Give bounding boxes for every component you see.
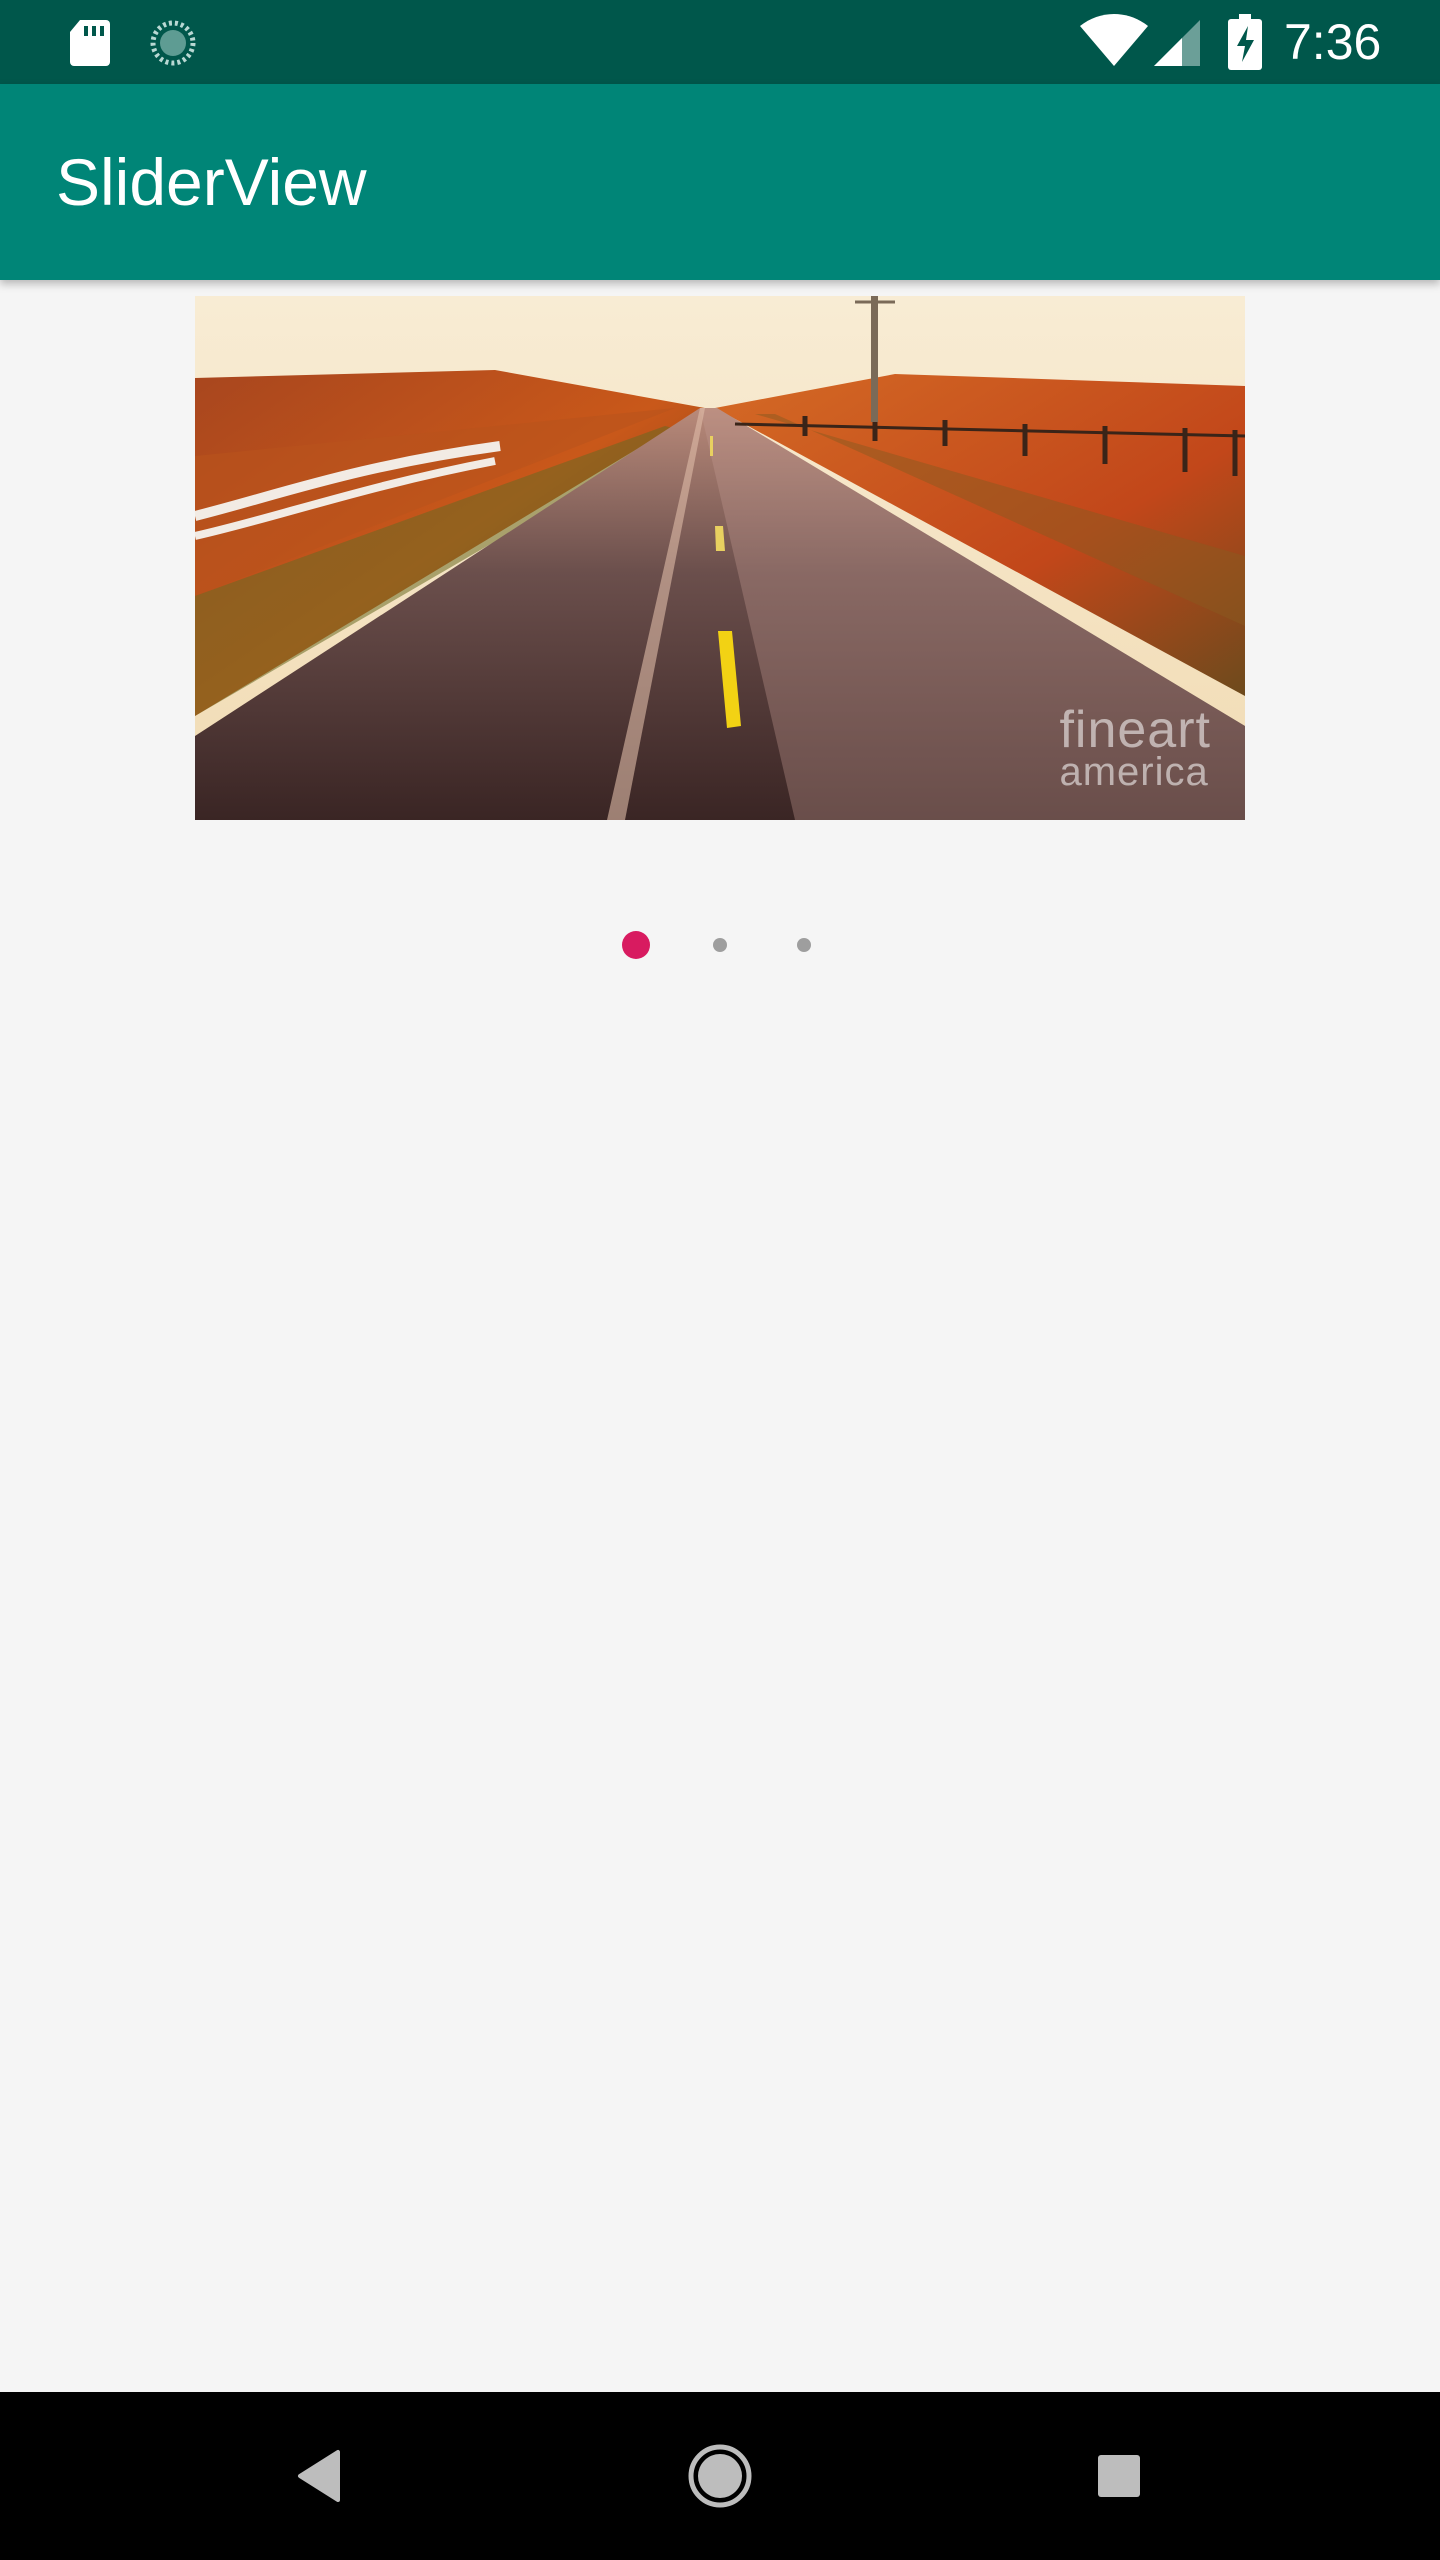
sync-icon: [150, 20, 196, 66]
battery-charging-icon: [1228, 14, 1262, 70]
recents-button[interactable]: [1034, 2392, 1202, 2560]
image-slider[interactable]: fineart america: [195, 296, 1245, 820]
app-bar: SliderView: [0, 84, 1440, 280]
back-button[interactable]: [238, 2392, 406, 2560]
indicator-dot-3[interactable]: [797, 938, 811, 952]
back-icon: [298, 2450, 340, 2502]
signal-icon: [1154, 20, 1200, 66]
page-indicator: [0, 930, 1440, 960]
indicator-dot-2[interactable]: [713, 938, 727, 952]
wifi-icon: [1080, 14, 1148, 66]
watermark-line1: fineart: [1059, 701, 1211, 760]
navigation-bar: [0, 2392, 1440, 2560]
app-title: SliderView: [56, 145, 367, 219]
indicator-dot-1-active[interactable]: [622, 931, 650, 959]
slide-watermark: fineart america: [1059, 701, 1211, 794]
status-bar: 7:36: [0, 0, 1440, 84]
watermark-line2: america: [1059, 750, 1209, 794]
recents-icon: [1098, 2455, 1140, 2497]
home-icon: [688, 2444, 752, 2508]
screen: 7:36 SliderView fineart america: [0, 0, 1440, 2560]
status-clock: 7:36: [1284, 14, 1382, 70]
sd-card-icon: [70, 20, 110, 66]
home-button[interactable]: [636, 2392, 804, 2560]
